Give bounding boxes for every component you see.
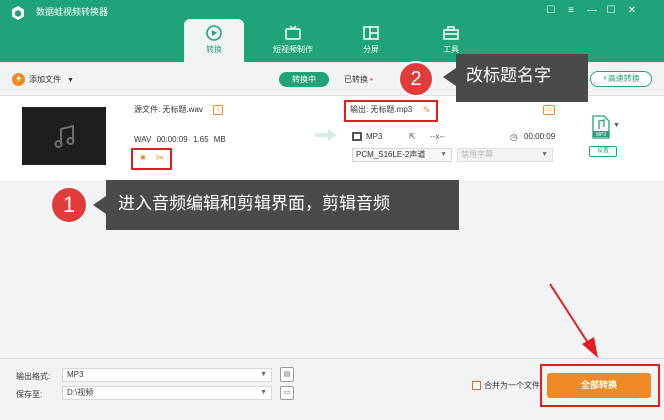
tab-convert[interactable]: 转换 [175,19,253,62]
pencil-icon[interactable]: ✎ [423,104,433,116]
output-format-label: 输出格式: [16,372,51,381]
chevron-down-icon[interactable]: ▼ [67,77,74,84]
tab-converting[interactable]: 转换中 [279,72,329,87]
split-screen-icon [363,26,379,40]
chevron-down-icon: ▼ [260,371,267,378]
source-size: 1.65 MB [192,135,226,144]
output-duration: 00:00:09 [524,132,556,141]
new-dot-badge: • [370,75,373,84]
tab-short-video[interactable]: 短视频制作 [254,19,332,62]
audio-thumbnail[interactable] [22,107,106,165]
red-arrow-annotation [549,283,598,358]
tv-icon [285,25,301,40]
format-settings-icon[interactable]: ▤ [280,367,294,382]
callout-2-tail [443,68,456,86]
high-speed-convert-toggle[interactable]: ⚡高速转换 [590,71,652,87]
toolbox-icon [443,26,459,40]
scissors-icon[interactable]: ✂ [154,153,166,165]
close-icon[interactable]: ✕ [625,4,639,18]
step-2-badge: 2 [398,61,434,97]
arrow-right-icon [315,129,337,141]
output-filename: 输出: 无标题.mp3 [350,105,413,114]
source-duration: 00:00:09 [156,135,188,144]
chevron-down-icon: ▼ [541,151,548,158]
audio-track-select[interactable]: PCM_S16LE-2声道 ▼ [352,148,452,162]
tab-converted[interactable]: 已转换 • [344,72,373,87]
tab-label: 转换 [206,45,222,54]
subtitle-value: 禁用字幕 [461,150,493,159]
callout-1-text: 进入音频编辑和剪辑界面，剪辑音频 [118,194,390,213]
save-to-select[interactable]: D:\视频 ▼ [62,386,272,400]
minimize-icon[interactable]: — [585,4,599,18]
high-speed-label: 高速转换 [607,74,640,83]
folder-icon[interactable]: ▭ [280,386,294,400]
feedback-icon[interactable]: ☐ [544,4,558,18]
add-file-label: 添加文件 [29,75,61,84]
merge-label[interactable]: 合并为一个文件 [484,380,540,391]
output-info-icon[interactable]: ▭ [543,105,555,115]
callout-2-text: 改标题名字 [466,66,551,85]
settings-button[interactable]: 设置 [589,146,617,157]
format-badge-text: MP3 [596,132,607,138]
save-to-value: D:\视频 [67,388,94,397]
convert-icon [206,25,222,41]
clock-icon: ◷ [510,132,518,142]
callout-1-tail [93,196,106,214]
tab-label: 分屏 [363,45,379,54]
tab-label: 短视频制作 [273,45,313,54]
film-icon [352,132,362,141]
source-filename: 源文件: 无标题.wav [134,105,203,114]
maximize-icon[interactable]: ☐ [604,4,618,18]
output-format-value: MP3 [67,370,84,379]
chevron-down-icon[interactable]: ▼ [613,122,620,129]
output-resolution: --x-- [430,132,445,141]
magic-wand-icon[interactable]: ✷ [137,153,149,165]
chevron-down-icon: ▼ [260,389,267,396]
info-icon[interactable]: i [213,105,223,115]
app-title: 数据蛙视频转换器 [36,7,109,17]
app-logo-icon [12,6,24,20]
source-meta: WAV 00:00:09 1.65 MB [134,134,226,146]
subtitle-select[interactable]: 禁用字幕 ▼ [457,148,553,162]
converted-label: 已转换 [344,75,368,84]
add-file-button[interactable]: + 添加文件 ▼ [12,73,74,87]
chevron-down-icon: ▼ [440,151,447,158]
resolution-icon: ⇱ [409,132,416,141]
plus-icon: + [12,73,25,87]
source-format: WAV [134,135,152,144]
step-1-badge: 1 [50,186,88,224]
convert-all-button[interactable]: 全部转换 [547,373,651,398]
save-to-label: 保存至: [16,390,43,399]
output-format: MP3 [366,132,383,141]
output-format-select[interactable]: MP3 ▼ [62,368,272,382]
merge-checkbox[interactable] [472,381,481,390]
menu-icon[interactable]: ≡ [564,4,578,18]
music-note-icon [54,124,75,148]
tab-split-screen[interactable]: 分屏 [332,19,410,62]
audio-track-value: PCM_S16LE-2声道 [356,150,426,159]
mp3-format-icon[interactable]: MP3 [591,115,611,139]
